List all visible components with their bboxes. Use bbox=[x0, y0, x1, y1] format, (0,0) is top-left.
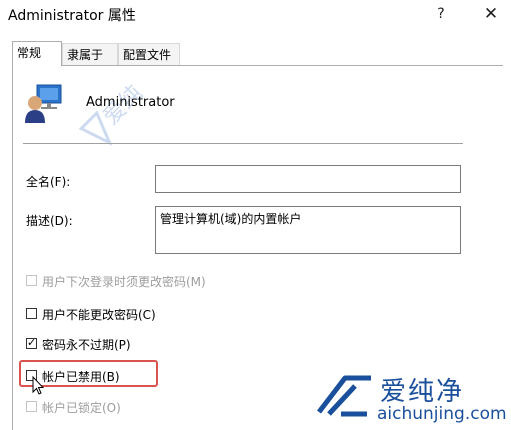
watermark-url: aichunjing.com bbox=[377, 404, 507, 424]
watermark-logo-icon bbox=[317, 375, 371, 417]
checkbox[interactable] bbox=[26, 401, 37, 412]
close-button[interactable]: ✕ bbox=[480, 4, 502, 24]
user-name: Administrator bbox=[86, 95, 175, 110]
option-label: 用户不能更改密码(C) bbox=[42, 308, 156, 322]
checkbox[interactable] bbox=[26, 275, 37, 286]
watermark-faint-logo: 爱纯 bbox=[78, 81, 148, 146]
description-field[interactable]: 管理计算机(域)的内置帐户 bbox=[155, 206, 461, 254]
separator bbox=[23, 143, 463, 144]
help-button[interactable]: ? bbox=[430, 4, 452, 24]
option-label: 用户下次登录时须更改密码(M) bbox=[42, 275, 206, 289]
tab-general[interactable]: 常规 bbox=[12, 41, 62, 66]
fullname-field[interactable] bbox=[155, 165, 461, 193]
mouse-cursor-icon bbox=[32, 376, 44, 395]
description-label: 描述(D): bbox=[26, 214, 73, 228]
user-account-icon bbox=[25, 84, 62, 123]
checkbox-checked[interactable] bbox=[26, 336, 37, 349]
watermark-brand: 爱纯净 bbox=[380, 377, 465, 407]
window-title: Administrator 属性 bbox=[8, 8, 136, 24]
option-label: 密码永不过期(P) bbox=[42, 338, 131, 352]
checkbox[interactable] bbox=[26, 308, 37, 319]
option-label: 帐户已锁定(O) bbox=[42, 401, 121, 415]
title-bar: Administrator 属性 ? ✕ bbox=[0, 0, 511, 30]
fullname-label: 全名(F): bbox=[26, 175, 71, 189]
